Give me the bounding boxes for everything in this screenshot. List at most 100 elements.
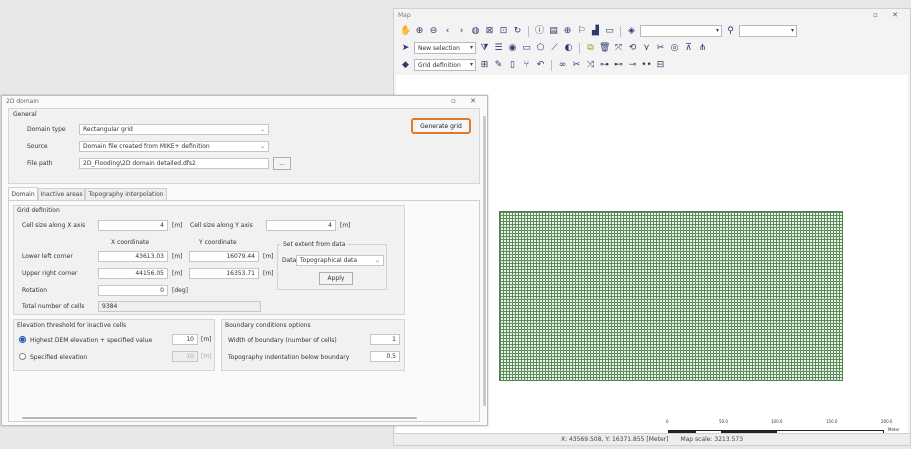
filter-icon[interactable]: ⧩ bbox=[479, 42, 490, 54]
generate-grid-button[interactable]: Generate grid bbox=[411, 118, 471, 134]
search-icon[interactable]: ⚲ bbox=[725, 25, 736, 37]
snap-icon[interactable]: ⊼ bbox=[683, 42, 694, 54]
rotation-input[interactable]: 0 bbox=[98, 285, 168, 296]
copy-icon[interactable]: ⧉ bbox=[585, 42, 596, 54]
info-icon[interactable]: ⓘ bbox=[534, 25, 545, 37]
boundary-width-input[interactable]: 1 bbox=[370, 334, 400, 345]
selection-mode-combo[interactable]: New selection ▾ bbox=[414, 42, 476, 54]
measure-icon[interactable]: ⊸ bbox=[627, 59, 638, 71]
split-icon[interactable]: ✂ bbox=[655, 42, 666, 54]
horizontal-scrollbar[interactable] bbox=[22, 417, 417, 419]
toolbar-separator bbox=[528, 25, 529, 37]
lower-left-x-input[interactable]: 43613.03 bbox=[98, 251, 168, 262]
apply-button[interactable]: Apply bbox=[319, 272, 353, 285]
highest-dem-radio[interactable] bbox=[19, 336, 26, 343]
join-icon[interactable]: ⊷ bbox=[613, 59, 624, 71]
merge-icon[interactable]: ⋎ bbox=[641, 42, 652, 54]
highest-dem-value-input[interactable]: 10 bbox=[172, 334, 198, 345]
grid-definition-label: Grid definition bbox=[17, 207, 60, 214]
specified-elevation-radio[interactable] bbox=[19, 353, 26, 360]
toolbar-separator bbox=[551, 59, 552, 71]
node-icon[interactable]: ⑂ bbox=[521, 59, 532, 71]
cut-icon[interactable]: ✂ bbox=[571, 59, 582, 71]
browse-button[interactable]: ... bbox=[273, 157, 291, 170]
extent-subgroup: Set extent from data Data Topographical … bbox=[277, 241, 387, 290]
tab-topography-interpolation[interactable]: Topography interpolation bbox=[85, 188, 167, 200]
flag-icon[interactable]: ⚐ bbox=[576, 25, 587, 37]
general-group: General Domain type Rectangular grid ⌄ S… bbox=[8, 108, 480, 184]
new-feature-icon[interactable]: ⊞ bbox=[479, 59, 490, 71]
rotate-icon[interactable]: ⟲ bbox=[627, 42, 638, 54]
dialog-window-buttons[interactable]: ▫ ✕ bbox=[451, 97, 482, 105]
dialog-title: 2D domain bbox=[6, 98, 39, 105]
scale-label: 150.0 bbox=[826, 419, 838, 424]
extent-data-value: Topographical data bbox=[300, 257, 358, 264]
undo-icon[interactable]: ↶ bbox=[535, 59, 546, 71]
pan-icon[interactable]: ✋ bbox=[400, 25, 411, 37]
vertex-icon[interactable]: ◎ bbox=[669, 42, 680, 54]
layers-icon[interactable]: ◈ bbox=[626, 25, 637, 37]
reshape-icon[interactable]: ⤨ bbox=[585, 59, 596, 71]
vertical-scroll-thumb[interactable] bbox=[483, 116, 486, 406]
chevron-down-icon: ⌄ bbox=[259, 143, 265, 150]
upper-right-x-input[interactable]: 44156.05 bbox=[98, 268, 168, 279]
dots-icon[interactable]: •• bbox=[641, 59, 652, 71]
forward-icon[interactable]: › bbox=[456, 25, 467, 37]
extent-data-select[interactable]: Topographical data ⌄ bbox=[296, 255, 384, 266]
zoom-out-icon[interactable]: ⊖ bbox=[428, 25, 439, 37]
cell-x-unit: [m] bbox=[172, 222, 183, 229]
move-icon[interactable]: ⤧ bbox=[613, 42, 624, 54]
select-arrow-icon[interactable]: ➤ bbox=[400, 42, 411, 54]
topography-indentation-input[interactable]: 0.5 bbox=[370, 351, 400, 362]
refresh-icon[interactable]: ↻ bbox=[512, 25, 523, 37]
globe-icon[interactable]: ◍ bbox=[470, 25, 481, 37]
map-combo-2[interactable]: ▾ bbox=[739, 25, 797, 37]
link-icon[interactable]: ∞ bbox=[557, 59, 568, 71]
chevron-down-icon: ▾ bbox=[715, 27, 719, 34]
table-icon[interactable]: ▤ bbox=[548, 25, 559, 37]
chevron-down-icon: ▾ bbox=[469, 61, 473, 68]
zoom-in-icon[interactable]: ⊕ bbox=[414, 25, 425, 37]
zoom-selection-icon[interactable]: ⊡ bbox=[498, 25, 509, 37]
select-feature-icon[interactable]: ◉ bbox=[507, 42, 518, 54]
domain-type-select[interactable]: Rectangular grid ⌄ bbox=[79, 124, 269, 135]
chart-icon[interactable]: ▟ bbox=[590, 25, 601, 37]
tab-domain[interactable]: Domain bbox=[8, 187, 38, 200]
status-map-scale: Map scale: 3213.573 bbox=[680, 436, 744, 443]
cell-size-x-input[interactable]: 4 bbox=[98, 220, 168, 231]
pencil-icon[interactable]: ✎ bbox=[493, 59, 504, 71]
upper-right-x-unit: [m] bbox=[172, 270, 183, 277]
network-icon[interactable]: ⋔ bbox=[697, 42, 708, 54]
domain-type-value: Rectangular grid bbox=[83, 126, 133, 133]
rotation-label: Rotation bbox=[22, 287, 48, 294]
cell-size-y-input[interactable]: 4 bbox=[266, 220, 336, 231]
total-cells-label: Total number of cells bbox=[22, 303, 85, 310]
connect-icon[interactable]: ⊶ bbox=[599, 59, 610, 71]
lower-left-y-input[interactable]: 16079.44 bbox=[189, 251, 259, 262]
elevation-threshold-label: Elevation threshold for inactive cells bbox=[17, 322, 127, 329]
rectangle-select-icon[interactable]: ▭ bbox=[521, 42, 532, 54]
trash-icon[interactable]: ▯ bbox=[507, 59, 518, 71]
polyline-select-icon[interactable]: ⟋ bbox=[549, 42, 560, 54]
upper-right-label: Upper right corner bbox=[22, 270, 78, 277]
lower-left-y-unit: [m] bbox=[263, 253, 274, 260]
ruler-icon[interactable]: ▭ bbox=[604, 25, 615, 37]
edit-layer-combo[interactable]: Grid definition ▾ bbox=[414, 59, 476, 71]
eraser-icon[interactable]: ⊟ bbox=[655, 59, 666, 71]
delete-icon[interactable]: 🗑 bbox=[599, 42, 610, 54]
upper-right-y-input[interactable]: 16353.71 bbox=[189, 268, 259, 279]
polygon-select-icon[interactable]: ⬠ bbox=[535, 42, 546, 54]
map-window-buttons[interactable]: ▫ ✕ bbox=[873, 11, 904, 19]
source-select[interactable]: Domain file created from MIKE+ definitio… bbox=[79, 141, 269, 152]
file-path-field[interactable]: 2D_Flooding\2D domain detailed.dfs2 bbox=[79, 158, 269, 169]
crosshair-icon[interactable]: ⊕ bbox=[562, 25, 573, 37]
map-combo-1[interactable]: ▾ bbox=[640, 25, 722, 37]
edit-layer-icon[interactable]: ◆ bbox=[400, 59, 411, 71]
extent-label: Set extent from data bbox=[281, 241, 348, 248]
back-icon[interactable]: ‹ bbox=[442, 25, 453, 37]
circle-select-icon[interactable]: ◐ bbox=[563, 42, 574, 54]
zoom-layer-icon[interactable]: ⊠ bbox=[484, 25, 495, 37]
scale-label: 200.0 bbox=[881, 419, 893, 424]
tab-inactive-areas[interactable]: Inactive areas bbox=[38, 188, 85, 200]
list-icon[interactable]: ☰ bbox=[493, 42, 504, 54]
